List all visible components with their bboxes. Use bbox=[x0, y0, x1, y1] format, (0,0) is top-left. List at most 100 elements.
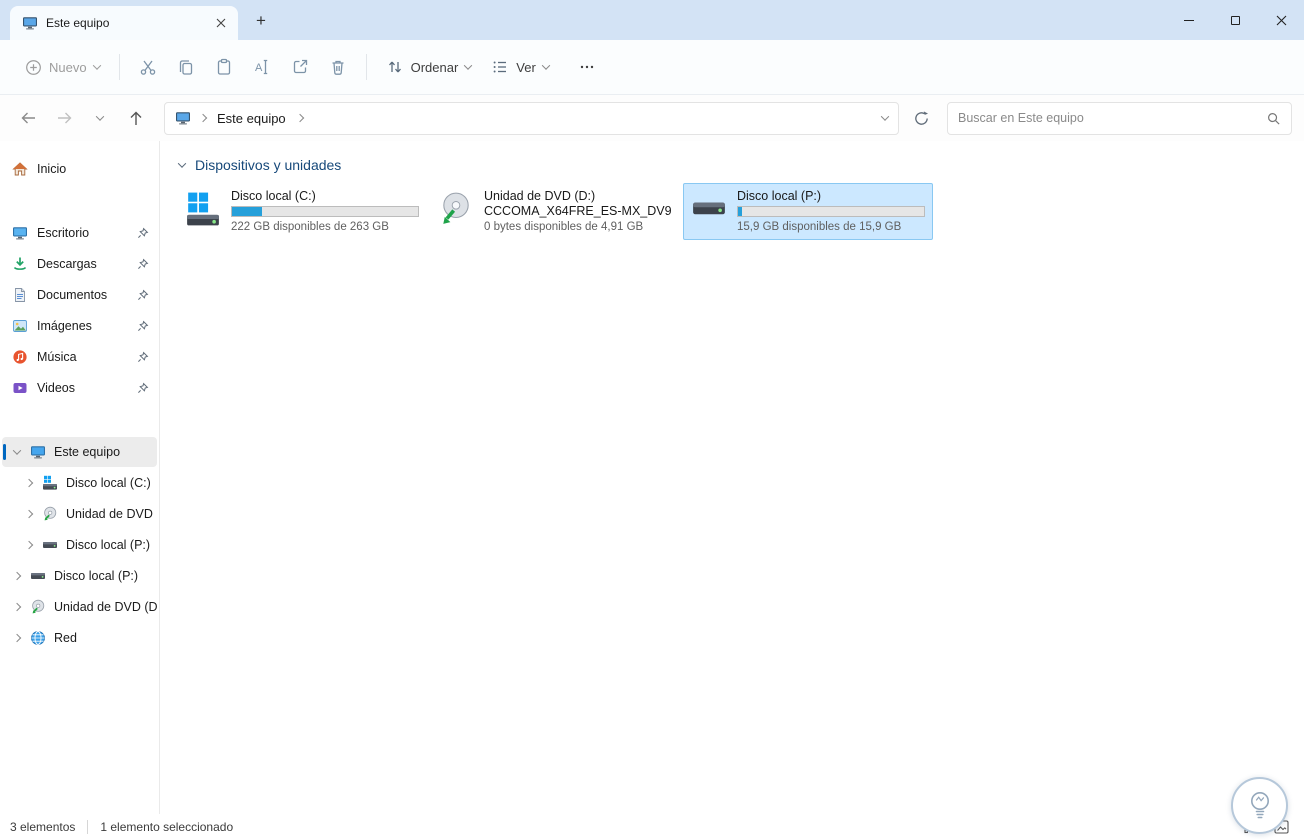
items-count: 3 elementos bbox=[10, 820, 76, 834]
view-button[interactable]: Ver bbox=[482, 50, 558, 84]
chevron-right-icon[interactable] bbox=[12, 633, 22, 643]
drive-name: Disco local (C:) bbox=[231, 189, 316, 203]
tree-item-disco-local-c[interactable]: Disco local (C:) bbox=[2, 468, 157, 498]
window-body: Inicio Escritorio Descargas Documentos I… bbox=[0, 141, 1304, 814]
refresh-button[interactable] bbox=[905, 102, 937, 134]
sidebar-item-imagenes[interactable]: Imágenes bbox=[2, 311, 157, 341]
lightbulb-icon bbox=[1250, 791, 1269, 818]
drive-volume-label: CCCOMA_X64FRE_ES-MX_DV9 bbox=[484, 204, 672, 218]
sidebar-item-inicio[interactable]: Inicio bbox=[2, 154, 157, 184]
new-tab-button[interactable]: + bbox=[246, 6, 276, 36]
sidebar-item-videos[interactable]: Videos bbox=[2, 373, 157, 403]
up-icon bbox=[130, 111, 142, 125]
drive-item-dvd[interactable]: Unidad de DVD (D:) CCCOMA_X64FRE_ES-MX_D… bbox=[430, 183, 680, 240]
lightbulb-logo bbox=[1231, 777, 1288, 834]
capacity-bar-fill bbox=[738, 207, 742, 216]
tree-item-disco-local-p[interactable]: Disco local (P:) bbox=[2, 530, 157, 560]
sidebar-item-label: Videos bbox=[37, 381, 75, 395]
drive-icon bbox=[43, 542, 57, 548]
maximize-button[interactable] bbox=[1212, 0, 1258, 40]
chevron-right-icon[interactable] bbox=[12, 571, 22, 581]
chevron-right-icon[interactable] bbox=[12, 602, 22, 612]
more-icon bbox=[580, 65, 593, 69]
toolbar-divider bbox=[118, 54, 120, 80]
tab-este-equipo[interactable]: Este equipo bbox=[10, 6, 238, 40]
forward-icon bbox=[57, 112, 71, 124]
pin-icon bbox=[138, 289, 149, 300]
minimize-button[interactable] bbox=[1166, 0, 1212, 40]
tree-item-red[interactable]: Red bbox=[2, 623, 157, 653]
chevron-down-icon bbox=[92, 61, 101, 70]
share-icon bbox=[293, 59, 307, 74]
search-box bbox=[947, 101, 1292, 135]
group-collapse-icon[interactable] bbox=[177, 159, 187, 168]
tree-item-label: Disco local (P:) bbox=[66, 538, 151, 552]
tree-item-este-equipo[interactable]: Este equipo bbox=[2, 437, 157, 467]
forward-button[interactable] bbox=[48, 102, 80, 134]
tree-item-label: Unidad de DVD (D:) bbox=[54, 600, 157, 614]
sidebar-item-musica[interactable]: Música bbox=[2, 342, 157, 372]
downloads-icon bbox=[13, 257, 27, 270]
sidebar-item-descargas[interactable]: Descargas bbox=[2, 249, 157, 279]
chevron-down-icon bbox=[95, 112, 105, 121]
sidebar-item-escritorio[interactable]: Escritorio bbox=[2, 218, 157, 248]
pin-icon bbox=[138, 382, 149, 393]
drive-name: Disco local (P:) bbox=[737, 189, 822, 203]
windows-drive-icon bbox=[43, 475, 57, 490]
capacity-bar bbox=[231, 206, 419, 217]
breadcrumb-este-equipo[interactable]: Este equipo bbox=[215, 109, 288, 128]
drive-info: Disco local (P:) 15,9 GB disponibles de … bbox=[737, 189, 925, 234]
tree-item-unidad-dvd-root[interactable]: Unidad de DVD (D:) bbox=[2, 592, 157, 622]
more-options-button[interactable] bbox=[570, 51, 604, 83]
address-bar[interactable]: Este equipo bbox=[164, 101, 899, 135]
back-button[interactable] bbox=[12, 102, 44, 134]
sidebar-item-label: Inicio bbox=[37, 162, 67, 176]
drive-list: Disco local (C:) 222 GB disponibles de 2… bbox=[177, 183, 1294, 240]
tab-close-button[interactable] bbox=[210, 12, 232, 34]
tree-item-label: Disco local (P:) bbox=[54, 569, 139, 583]
chevron-right-icon[interactable] bbox=[24, 540, 34, 550]
trash-icon bbox=[332, 60, 344, 75]
tree-item-label: Disco local (C:) bbox=[66, 476, 151, 490]
up-button[interactable] bbox=[120, 102, 152, 134]
back-icon bbox=[21, 112, 35, 124]
sort-button[interactable]: Ordenar bbox=[377, 50, 481, 84]
copy-icon bbox=[179, 60, 192, 75]
close-button[interactable] bbox=[1258, 0, 1304, 40]
chevron-down-icon[interactable] bbox=[12, 446, 22, 455]
new-button-label: Nuevo bbox=[49, 59, 87, 75]
share-button[interactable] bbox=[282, 50, 318, 84]
maximize-icon bbox=[1230, 15, 1240, 25]
new-button[interactable]: Nuevo bbox=[16, 51, 109, 84]
recent-locations-button[interactable] bbox=[84, 102, 116, 134]
chevron-right-icon[interactable] bbox=[24, 509, 34, 519]
windows-drive-icon bbox=[187, 192, 219, 226]
close-icon bbox=[216, 18, 226, 28]
drive-name: Unidad de DVD (D:) bbox=[484, 189, 596, 203]
tree-item-disco-local-p-root[interactable]: Disco local (P:) bbox=[2, 561, 157, 591]
drive-detail: 0 bytes disponibles de 4,91 GB bbox=[484, 221, 644, 233]
minimize-icon bbox=[1184, 19, 1194, 21]
rename-icon: A bbox=[255, 59, 267, 75]
file-explorer-window: Este equipo + Nuevo A Ordenar Ver Este e… bbox=[0, 0, 1304, 840]
command-bar: Nuevo A Ordenar Ver bbox=[0, 40, 1304, 95]
pin-icon bbox=[138, 351, 149, 362]
search-input[interactable] bbox=[958, 111, 1266, 125]
copy-button[interactable] bbox=[168, 50, 204, 84]
toolbar-divider bbox=[365, 54, 367, 80]
drive-item-c[interactable]: Disco local (C:) 222 GB disponibles de 2… bbox=[177, 183, 427, 240]
sort-button-label: Ordenar bbox=[410, 59, 459, 75]
address-dropdown-icon[interactable] bbox=[880, 112, 890, 121]
chevron-right-icon[interactable] bbox=[24, 478, 34, 488]
cut-button[interactable] bbox=[130, 50, 166, 84]
sidebar-item-documentos[interactable]: Documentos bbox=[2, 280, 157, 310]
tree-item-unidad-dvd[interactable]: Unidad de DVD (D:) bbox=[2, 499, 157, 529]
refresh-icon bbox=[914, 110, 928, 125]
tree-item-label: Unidad de DVD (D:) bbox=[66, 507, 157, 521]
drive-item-p[interactable]: Disco local (P:) 15,9 GB disponibles de … bbox=[683, 183, 933, 240]
paste-button[interactable] bbox=[206, 50, 242, 84]
rename-button[interactable]: A bbox=[244, 50, 280, 84]
delete-button[interactable] bbox=[320, 50, 356, 84]
view-icon bbox=[493, 61, 507, 73]
